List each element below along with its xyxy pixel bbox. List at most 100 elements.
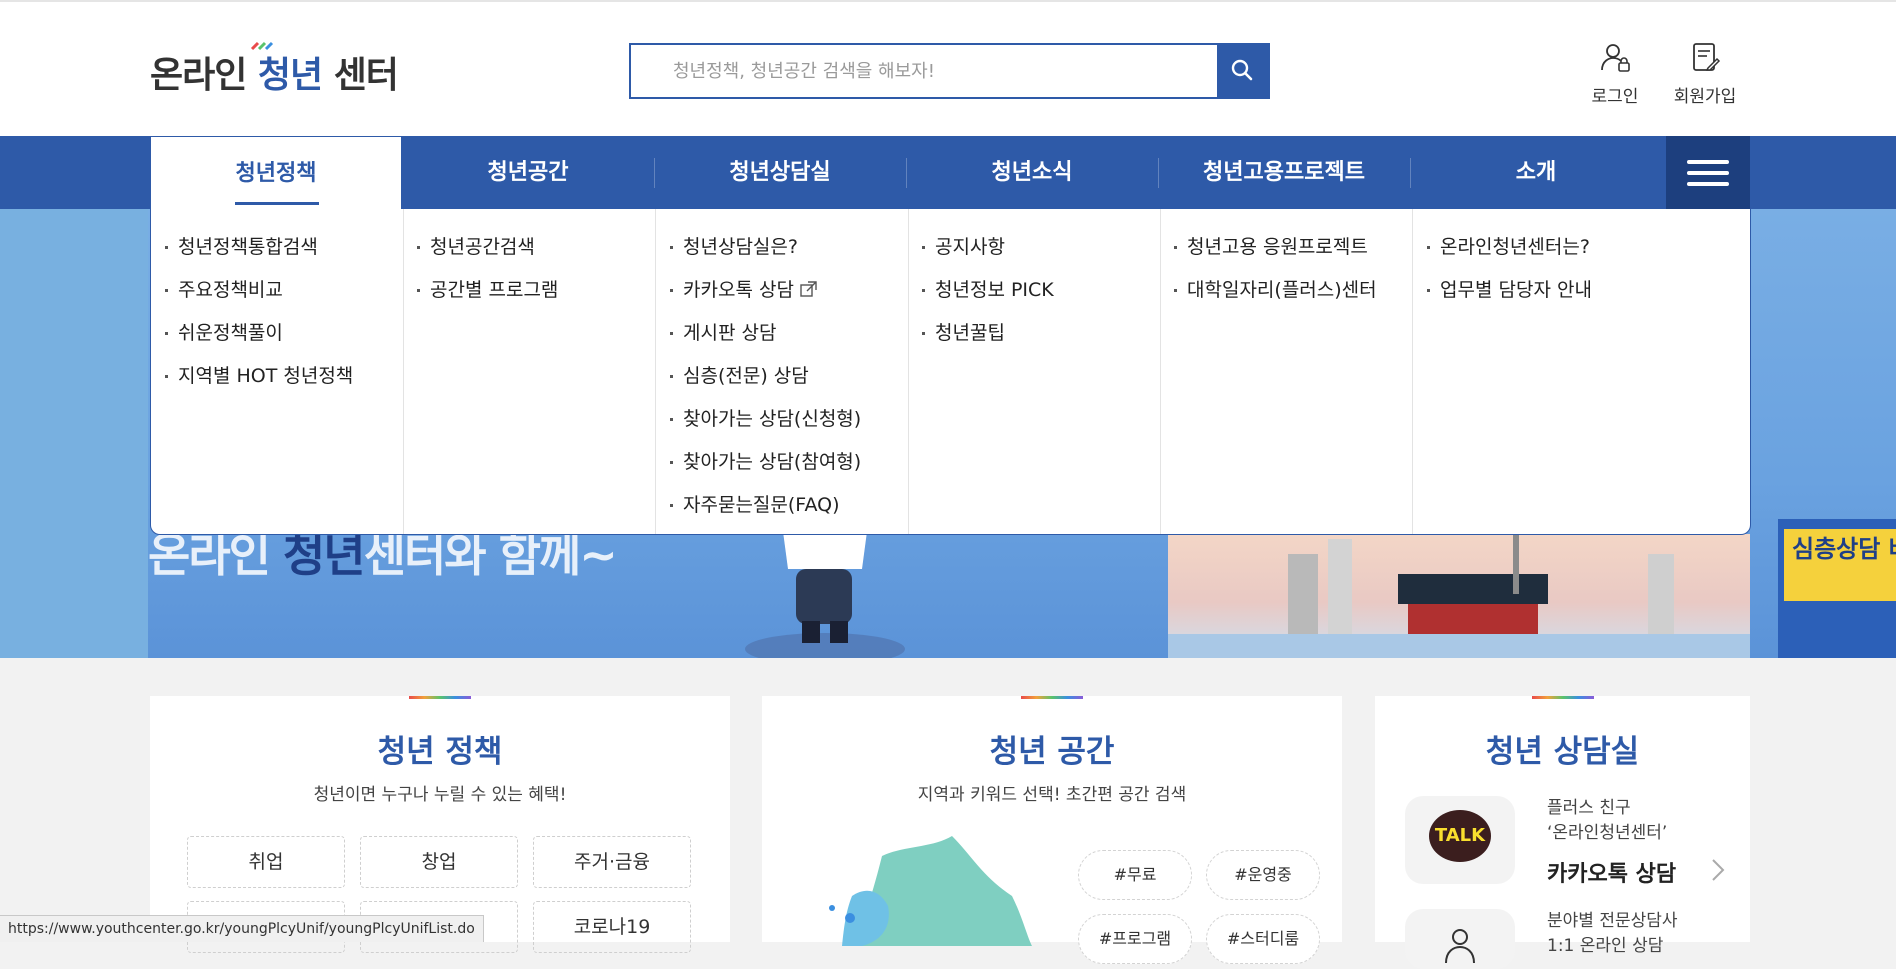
counselor-icon[interactable] [1405,909,1515,969]
menu-item[interactable]: 청년정책통합검색 [165,235,403,278]
search-button[interactable] [1217,45,1268,97]
external-link-icon [800,281,817,297]
space-tag[interactable]: #운영중 [1206,850,1320,900]
space-tag[interactable]: #스터디룸 [1206,914,1320,964]
menu-item[interactable]: 청년고용 응원프로젝트 [1174,235,1412,278]
menu-item[interactable]: 지역별 HOT 청년정책 [165,364,403,407]
main-nav: 청년정책 청년공간 청년상담실 청년소식 청년고용프로젝트 소개 [0,136,1896,209]
browser-status-url: https://www.youthcenter.go.kr/youngPlcyU… [0,915,484,942]
deep-counsel-badge[interactable]: 심층상담 바로가기 [1778,519,1896,658]
menu-item[interactable]: 찾아가는 상담(신청형) [670,407,908,450]
nav-item-employment-project[interactable]: 청년고용프로젝트 [1158,136,1410,209]
nav-label: 청년정책 [235,161,317,186]
expert-line1: 분야별 전문상담사 [1547,911,1678,931]
city-illustration [1168,534,1750,658]
signup-form-icon [1693,43,1721,71]
kakaotalk-icon[interactable]: TALK [1405,796,1515,884]
banner-text-b: 청년 [282,528,366,582]
card-subtitle: 지역과 키워드 선택! 초간편 공간 검색 [917,785,1187,805]
expert-line2: 1:1 온라인 상담 [1547,936,1664,956]
card-title: 청년 상담실 [1485,734,1640,770]
kakao-counsel-link[interactable]: 카카오톡 상담 [1547,856,1676,888]
kakao-talk-badge: TALK [1429,810,1491,862]
card-accent-bar [1021,696,1083,699]
kakao-line2: ‘온라인청년센터’ [1547,823,1668,843]
expert-counsel-text: 분야별 전문상담사 1:1 온라인 상담 [1547,909,1678,959]
menu-item[interactable]: 게시판 상담 [670,321,908,364]
nav-label: 청년공간 [487,160,569,185]
menu-item[interactable]: 청년꿀팁 [922,321,1160,364]
menu-item[interactable]: 자주묻는질문(FAQ) [670,493,908,536]
menu-item[interactable]: 청년정보 PICK [922,278,1160,321]
join-label: 회원가입 [1673,87,1737,107]
hamburger-line [1687,171,1729,175]
logo-text-1: 온라인 [150,55,258,96]
space-tag[interactable]: #무료 [1078,850,1192,900]
nav-label: 청년상담실 [729,160,831,185]
menu-item[interactable]: 대학일자리(플러스)센터 [1174,278,1412,321]
korea-map[interactable] [822,836,1052,946]
menu-item-label: 카카오톡 상담 [683,279,794,301]
menu-item[interactable]: 청년공간검색 [417,235,655,278]
person-icon [1445,929,1475,963]
nav-item-about[interactable]: 소개 [1410,136,1662,209]
space-tag[interactable]: #프로그램 [1078,914,1192,964]
counsel-card: 청년 상담실 TALK 플러스 친구 ‘온라인청년센터’ 카카오톡 상담 분야별… [1375,696,1750,969]
search-box [629,43,1270,99]
menu-item[interactable]: 업무별 담당자 안내 [1427,278,1750,321]
card-accent-bar [409,696,471,699]
nav-item-youth-policy[interactable]: 청년정책 [150,136,402,209]
chevron-right-icon [1712,859,1725,881]
search-icon [1231,59,1253,81]
kakao-line1: 플러스 친구 [1547,798,1631,818]
card-title: 청년 공간 [989,734,1115,770]
mega-col-space: 청년공간검색 공간별 프로그램 [403,209,656,534]
login-link[interactable]: 로그인 [1570,40,1660,107]
nav-item-news[interactable]: 청년소식 [906,136,1158,209]
card-accent-bar [1531,696,1594,699]
menu-item[interactable]: 온라인청년센터는? [1427,235,1750,278]
menu-item[interactable]: 공간별 프로그램 [417,278,655,321]
hamburger-menu-icon [1687,160,1729,164]
user-lock-icon [1601,44,1630,72]
all-menu-button[interactable] [1666,136,1750,209]
hamburger-line [1687,182,1729,186]
site-logo[interactable]: 온라인 청년 센터 [150,41,399,98]
menu-item[interactable]: 쉬운정책풀이 [165,321,403,364]
card-subtitle: 청년이면 누구나 누릴 수 있는 혜택! [313,785,567,805]
card-title: 청년 정책 [377,734,503,770]
policy-chip[interactable]: 코로나19 [533,901,691,953]
mega-col-counsel: 청년상담실은? 카카오톡 상담 게시판 상담 심층(전문) 상담 찾아가는 상담… [656,209,909,534]
menu-item[interactable]: 공지사항 [922,235,1160,278]
logo-accent-icon [250,41,274,51]
mega-col-employment: 청년고용 응원프로젝트 대학일자리(플러스)센터 [1160,209,1413,534]
mega-menu: 청년정책통합검색 주요정책비교 쉬운정책풀이 지역별 HOT 청년정책 청년공간… [150,209,1751,535]
menu-item[interactable]: 찾아가는 상담(참여형) [670,450,908,493]
logo-text-2: 센터 [322,55,399,96]
logo-text-highlight: 청년 [257,55,323,96]
menu-item[interactable]: 청년상담실은? [670,235,908,278]
menu-item-kakao[interactable]: 카카오톡 상담 [670,278,908,321]
login-label: 로그인 [1591,87,1639,107]
policy-chip[interactable]: 취업 [187,836,345,888]
banner-left-panel [0,209,148,658]
policy-chip[interactable]: 창업 [360,836,518,888]
banner-text-a: 온라인 [148,528,283,582]
mega-col-policy: 청년정책통합검색 주요정책비교 쉬운정책풀이 지역별 HOT 청년정책 [151,209,404,534]
space-card: 청년 공간 지역과 키워드 선택! 초간편 공간 검색 #무료 #운영중 #프로… [762,696,1342,964]
policy-card: 청년 정책 청년이면 누구나 누릴 수 있는 혜택! 취업 창업 주거·금융 코… [150,696,730,953]
nav-label: 소개 [1515,160,1557,185]
active-underline [235,202,319,205]
mega-col-news: 공지사항 청년정보 PICK 청년꿀팁 [908,209,1161,534]
join-link[interactable]: 회원가입 [1660,40,1750,107]
kakao-description: 플러스 친구 ‘온라인청년센터’ [1547,796,1667,846]
deep-counsel-badge-text: 심층상담 바로가기 [1784,529,1896,601]
mega-col-about: 온라인청년센터는? 업무별 담당자 안내 [1413,209,1750,534]
menu-item[interactable]: 주요정책비교 [165,278,403,321]
menu-item[interactable]: 심층(전문) 상담 [670,364,908,407]
search-input[interactable] [631,45,1217,97]
nav-item-youth-space[interactable]: 청년공간 [402,136,654,209]
policy-chip[interactable]: 주거·금융 [533,836,691,888]
nav-item-counsel[interactable]: 청년상담실 [654,136,906,209]
site-header: 온라인 청년 센터 로그인 회원가입 [0,2,1896,136]
